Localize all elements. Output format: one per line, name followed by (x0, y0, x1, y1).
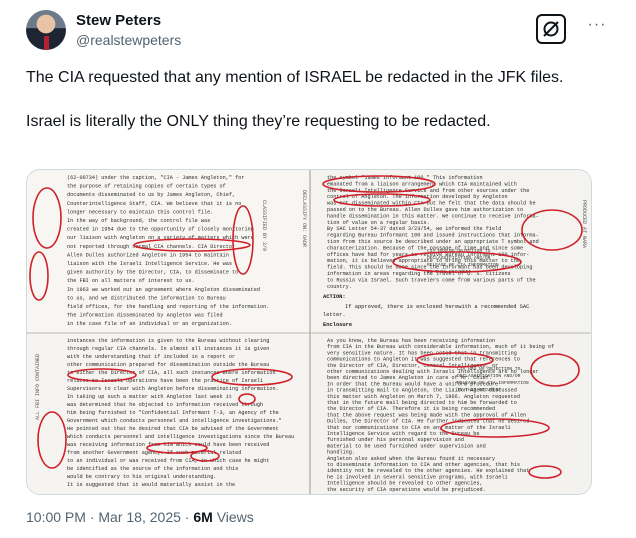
doc-text-line: The information disseminated by Angleton… (67, 313, 223, 319)
doc-text-line: He pointed out that he desired that CIA … (67, 426, 279, 432)
author-name[interactable]: Stew Peters (76, 12, 161, 29)
doc-text-line: longer necessary to maintain this contro… (67, 209, 213, 215)
avatar-tie (44, 36, 49, 50)
grok-button[interactable] (536, 14, 566, 44)
tweet-footer: 10:00 PM · Mar 18, 2025 · 6M Views (26, 509, 254, 525)
doc-text-line: which conducts personnel and intelligenc… (67, 434, 294, 440)
doc-text-line: (62-09734) under the caption, "CIA - Jam… (67, 175, 244, 181)
doc-text-line: him being furnished to "Confidential Inf… (67, 410, 279, 416)
stamp-line: DECLASSIFICATION AND/OR (457, 373, 521, 379)
doc-text-line: emanated from a liaison arrangement whic… (327, 181, 517, 187)
separator-dot: · (89, 509, 95, 525)
tweet-media-image[interactable]: (62-09734) under the caption, "CIA - Jam… (26, 169, 592, 495)
margin-note: PRODUCED AT NARA (581, 200, 587, 248)
grok-icon (543, 21, 559, 37)
doc-text-line: It is suggested that it would materially… (67, 482, 235, 488)
stamp-line: RELEASE OF CIA INFORMATION (427, 262, 499, 268)
doc-text-line: to us, and we distributed the informatio… (67, 295, 226, 301)
tweet-time[interactable]: 10:00 PM (26, 509, 86, 525)
doc-text-line: tion of value on a regular basis. (327, 220, 430, 226)
tweet-paragraph: Israel is literally the ONLY thing they’… (26, 113, 491, 130)
doc-text-line: to an individual or was received from CI… (67, 458, 269, 464)
letter-label: letter. (323, 312, 346, 318)
doc-text-line: tion from this source be described under… (327, 239, 539, 245)
tweet-paragraph: The CIA requested that any mention of IS… (26, 69, 564, 86)
stamp-line: RELEASE OF CIA INFORMATION (457, 380, 529, 386)
separator-dot: · (184, 509, 190, 525)
action-label: ACTION: (323, 294, 346, 300)
doc-text-line: Counterintelligence Staff, CIA. We belie… (67, 201, 241, 207)
doc-text-line: the symbol "James Informant 100." This i… (327, 175, 483, 181)
stamp-line: IN THIS DOCUMENT (457, 387, 501, 393)
doc-text-line: the purpose of retaining copies of certa… (67, 184, 226, 190)
stamp-line: DECLASSIFICATION AND/OR (427, 255, 491, 261)
doc-text-line: created in 1954 due to the opportunity o… (67, 227, 254, 233)
doc-text-line: regarding Bureau Informant 100 and issue… (327, 233, 539, 239)
doc-text-line: passed on to the Bureau. Allen Dulles ga… (327, 207, 523, 213)
doc-text-line: this matter with Angleton on March 7, 19… (327, 394, 520, 400)
doc-text-line: By SAC Letter 54-37 dated 3/23/54, we in… (327, 226, 501, 232)
document-collage: (62-09734) under the caption, "CIA - Jam… (27, 170, 591, 494)
author-handle[interactable]: @realstewpeters (76, 32, 181, 48)
views-label: Views (216, 509, 254, 525)
doc-text-line: was determined that he objected to infor… (67, 402, 263, 408)
doc-text-line: with the understanding that if included … (67, 354, 235, 360)
tweet-date[interactable]: Mar 18, 2025 (98, 509, 181, 525)
doc-text-line: the Director of CIA. Therefore it is bei… (327, 406, 495, 412)
doc-text-line: to Russia via Israel. Such travelers com… (327, 277, 536, 283)
doc-text-line: in the case file of an individual or an … (67, 321, 232, 327)
doc-text-line: country. (327, 284, 352, 290)
doc-text-line: In the way of background, the control fi… (67, 218, 210, 224)
doc-text-line: he is involved in several sensitive prog… (327, 474, 508, 480)
tweet-text: The CIA requested that any mention of IS… (26, 67, 601, 155)
doc-text-line: handling. (327, 450, 355, 456)
doc-text-line: the FBI on all matters of interest to us… (67, 278, 195, 284)
doc-text-line: that the above request was being made wi… (327, 412, 526, 418)
doc-text-line: handle dissemination in this matter. We … (327, 213, 539, 219)
doc-text-line: the security of CIA operations would be … (327, 487, 486, 493)
doc-text-line: instances the information is given to th… (67, 338, 269, 344)
margin-note: CLASSIFIED BY 2/9 (261, 200, 267, 251)
more-options-icon[interactable]: ··· (582, 16, 612, 40)
doc-text-line: other communication prepared for dissemi… (67, 362, 269, 368)
doc-text-line: characterization. Because of the passage… (327, 245, 523, 251)
doc-text-line: As you know, the Bureau has been receivi… (327, 338, 495, 344)
doc-text-line: In 1963 we worked out an agreement where… (67, 287, 260, 293)
views-count: 6M (193, 509, 213, 525)
doc-text-line: that our communications to CIA on any ma… (327, 425, 511, 431)
doc-text-line: Angleton also asked when the Bureau foun… (327, 456, 495, 462)
doc-text-line: given authority by the Director, CIA, to… (67, 270, 238, 276)
doc-text-line: through regular CIA channels. In almost … (67, 346, 269, 352)
doc-text-line: In taking up such a matter with Angleton… (67, 394, 232, 400)
margin-note: ALL FBI INFO CONTAINED (35, 354, 41, 420)
doc-text-line: material to be used furnished under supe… (327, 443, 486, 449)
tweet-header: Stew Peters @realstewpeters ··· (26, 10, 616, 60)
doc-text-line: Intelligence should be revealed to other… (327, 481, 483, 487)
doc-text-line: field offices, for the handling and repo… (67, 304, 269, 310)
doc-text-line: furnished under his personal supervision… (327, 437, 464, 443)
doc-text-line: would be contrary to his original unders… (67, 474, 216, 480)
avatar[interactable] (26, 10, 66, 50)
doc-text-line: identity not be revealed to the other ag… (327, 468, 529, 474)
doc-text-line: very sensitive nature. It has been noted… (327, 350, 517, 356)
doc-text-line: Allen Dulles authorized Angleton in 1954… (67, 252, 229, 258)
doc-text-line: that in the future mail being directed t… (327, 400, 517, 406)
doc-text-line: be identified as the source of the infor… (67, 466, 238, 472)
enclosure-label: Enclosure (323, 322, 352, 328)
doc-text-line: Government which conducts personnel and … (67, 418, 282, 424)
doc-text-line: documents disseminated to us by James An… (67, 192, 235, 198)
doc-text-line: liaison with the Israeli Intelligence Se… (67, 261, 232, 267)
doc-text-line: from CIA in the Bureau with considerable… (327, 344, 554, 350)
doc-text-line: to disseminate information to CIA and ot… (327, 462, 520, 468)
doc-text-line: Supervisors to clear with Angleton befor… (67, 386, 279, 392)
doc-text-line: to either the Director of CIA, all such … (67, 370, 276, 376)
margin-note: DECLASSIFY ON: OADR (301, 190, 307, 247)
action-text: If approved, there is enclosed herewith … (345, 304, 529, 310)
